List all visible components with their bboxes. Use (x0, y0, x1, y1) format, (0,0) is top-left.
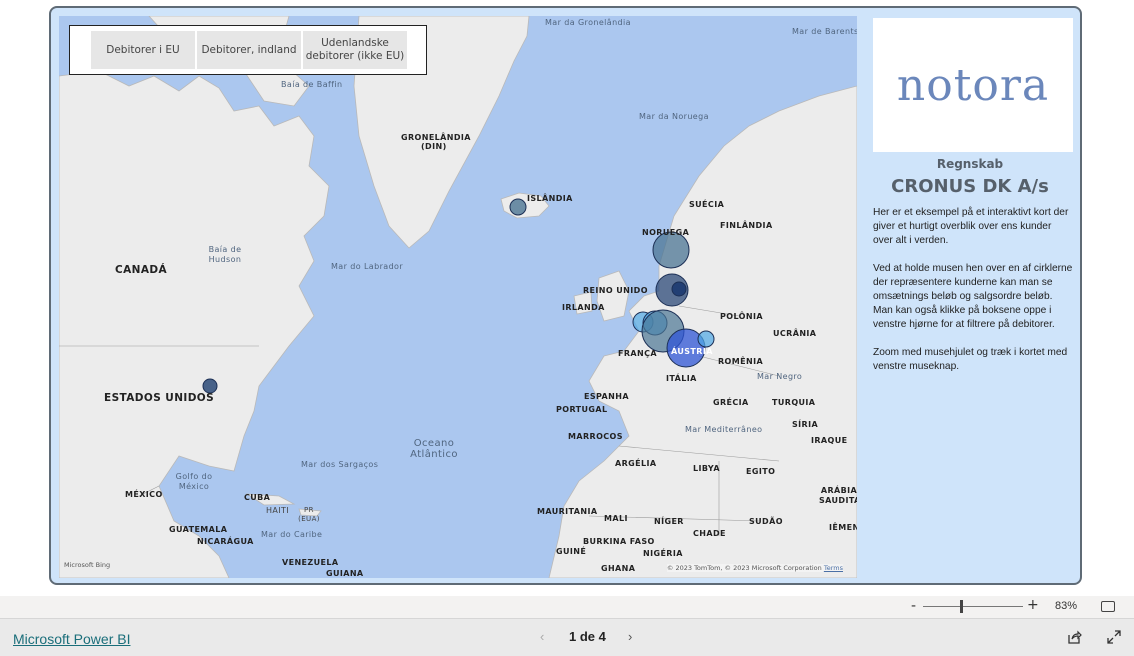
slicer-button-domestic[interactable]: Debitorer, indland (197, 31, 301, 69)
map-label: Mar da Gronelândia (545, 18, 631, 27)
report-page: Mar da Gronelândia Mar de Barents Baía d… (49, 6, 1082, 585)
info-sidebar: notora Regnskab CRONUS DK A/s Her er et … (865, 16, 1075, 578)
map-label: BURKINA FASO (583, 537, 655, 546)
map-label: FRANÇA (618, 349, 657, 358)
map-label: GUINÉ (556, 547, 587, 556)
map-label: POLÔNIA (720, 312, 763, 321)
logo-text: notora (896, 59, 1050, 111)
map-label: MARROCOS (568, 432, 623, 441)
customer-bubble-iceland[interactable] (509, 198, 527, 216)
slicer-button-eu[interactable]: Debitorer i EU (91, 31, 195, 69)
map-label: TURQUIA (772, 398, 816, 407)
map-label: Mar dos Sargaços (301, 460, 379, 469)
zoom-out-button[interactable]: - (911, 598, 916, 614)
map-label: GHANA (601, 564, 636, 573)
map-label: ARGÉLIA (615, 459, 657, 468)
customer-bubble-hungary[interactable] (697, 330, 715, 348)
share-icon[interactable] (1066, 629, 1082, 645)
map-visual[interactable]: Mar da Gronelândia Mar de Barents Baía d… (59, 16, 857, 578)
map-label: ISLÂNDIA (527, 194, 573, 203)
map-label: CANADÁ (115, 264, 167, 276)
map-label: GUATEMALA (169, 525, 228, 534)
map-label: Mar do Caribe (261, 530, 323, 539)
map-label: Oceano Atlântico (410, 438, 458, 460)
map-label: MALI (604, 514, 628, 523)
map-copyright: © 2023 TomTom, © 2023 Microsoft Corporat… (666, 564, 843, 572)
map-label: MAURITANIA (537, 507, 598, 516)
map-label: IRAQUE (811, 436, 848, 445)
map-label: GUIANA (326, 569, 364, 578)
map-label: ITÁLIA (666, 374, 697, 383)
slicer-button-foreign-non-eu[interactable]: Udenlandske debitorer (ikke EU) (303, 31, 407, 69)
map-label: HAITI (266, 506, 290, 515)
map-label: NÍGER (654, 517, 684, 526)
map-label: NIGÉRIA (643, 549, 683, 558)
zoom-slider-handle[interactable] (960, 600, 963, 613)
expand-icon[interactable] (1106, 629, 1122, 645)
map-label: LIBYA (693, 464, 720, 473)
zoom-percent: 83% (1055, 600, 1078, 612)
map-label: GRONELÂNDIA (401, 133, 471, 142)
map-label: ROMÊNIA (718, 357, 764, 366)
page-indicator: 1 de 4 (569, 629, 606, 644)
customer-bubble-usa[interactable] (202, 378, 218, 394)
notora-logo: notora (873, 18, 1073, 152)
power-bi-link[interactable]: Microsoft Power BI (13, 631, 130, 647)
map-label: UCRÂNIA (773, 329, 817, 338)
footer-bar: Microsoft Power BI ‹ 1 de 4 › (0, 618, 1134, 656)
fit-to-page-icon[interactable] (1101, 601, 1115, 612)
map-label: NORUEGA (642, 228, 690, 237)
customer-filter-slicer: Debitorer i EU Debitorer, indland Udenla… (69, 25, 427, 75)
map-label: Baía de Baffin (281, 80, 343, 89)
map-label: GRÉCIA (713, 398, 749, 407)
map-label: PR (EUA) (298, 506, 320, 523)
customer-bubble-norway[interactable] (652, 231, 690, 269)
bing-logo: Microsoft Bing (64, 561, 111, 569)
terms-link[interactable]: Terms (824, 564, 843, 572)
map-label: (DIN) (421, 142, 447, 151)
map-label: ESTADOS UNIDOS (104, 392, 215, 404)
map-label: SUDÃO (749, 517, 783, 526)
map-label: CUBA (244, 493, 271, 502)
map-label: ARÁBIA SAUDITA (819, 486, 857, 505)
sidebar-subtitle: Regnskab (936, 157, 1004, 171)
map-label: Golfo do México (175, 472, 213, 491)
map-label: PORTUGAL (556, 405, 608, 414)
map-label: REINO UNIDO (583, 286, 648, 295)
map-label: IÊMEN (829, 523, 857, 532)
sidebar-description: Her er et eksempel på et interaktivt kor… (873, 207, 1073, 372)
map-label: Baía de Hudson (208, 245, 242, 264)
map-label: SÍRIA (792, 420, 819, 429)
chevron-right-icon[interactable]: › (628, 629, 632, 644)
zoom-in-button[interactable]: + (1027, 597, 1039, 613)
map-label: IRLANDA (562, 303, 605, 312)
map-label: FINLÂNDIA (720, 221, 773, 230)
map-label: VENEZUELA (282, 558, 339, 567)
map-label: Mar do Labrador (331, 262, 404, 271)
map-label: EGITO (746, 467, 776, 476)
map-label: NICARÁGUA (197, 537, 254, 546)
map-label: SUÉCIA (689, 200, 725, 209)
map-label: Mar Negro (757, 372, 803, 381)
map-label: MÉXICO (125, 490, 163, 499)
zoom-bar: - + 83% (0, 596, 1134, 618)
map-label: CHADE (693, 529, 726, 538)
copyright-text: © 2023 TomTom, © 2023 Microsoft Corporat… (666, 564, 822, 572)
map-label: Mar da Noruega (639, 112, 709, 121)
map-basemap (59, 16, 857, 578)
company-title: CRONUS DK A/s (891, 176, 1049, 197)
map-label: ESPANHA (584, 392, 629, 401)
map-label: Mar de Barents (792, 27, 857, 36)
chevron-left-icon[interactable]: ‹ (540, 629, 544, 644)
map-label: ÁUSTRIA (671, 347, 713, 356)
customer-bubble-denmark-small[interactable] (671, 281, 687, 297)
map-label: Mar Mediterrâneo (685, 425, 763, 434)
zoom-slider[interactable] (923, 606, 1023, 607)
